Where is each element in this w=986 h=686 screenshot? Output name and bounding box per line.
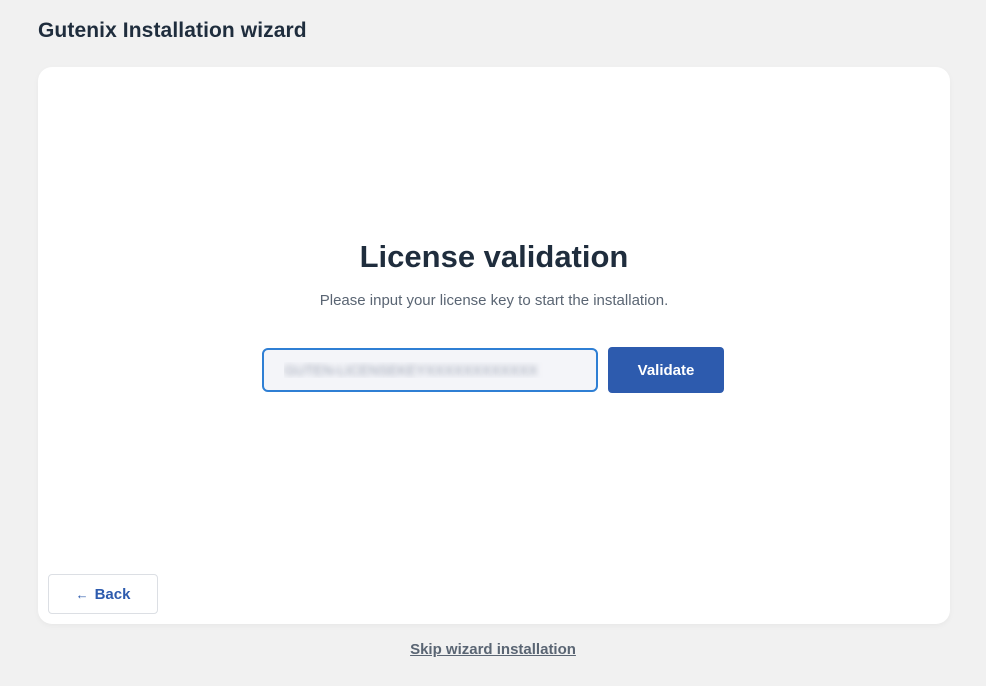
- page-title: Gutenix Installation wizard: [38, 19, 307, 42]
- wizard-card: License validation Please input your lic…: [38, 67, 950, 624]
- license-key-input[interactable]: [262, 348, 598, 392]
- license-instructions: Please input your license key to start t…: [319, 292, 669, 309]
- validate-button[interactable]: Validate: [608, 347, 724, 393]
- skip-wizard-link[interactable]: Skip wizard installation: [0, 641, 986, 658]
- back-button-label: Back: [94, 585, 131, 603]
- license-section: License validation Please input your lic…: [38, 237, 950, 311]
- license-form: Validate: [262, 346, 724, 394]
- arrow-left-icon: ←: [75, 586, 89, 602]
- license-heading: License validation: [359, 239, 629, 274]
- back-button[interactable]: ← Back: [48, 574, 158, 614]
